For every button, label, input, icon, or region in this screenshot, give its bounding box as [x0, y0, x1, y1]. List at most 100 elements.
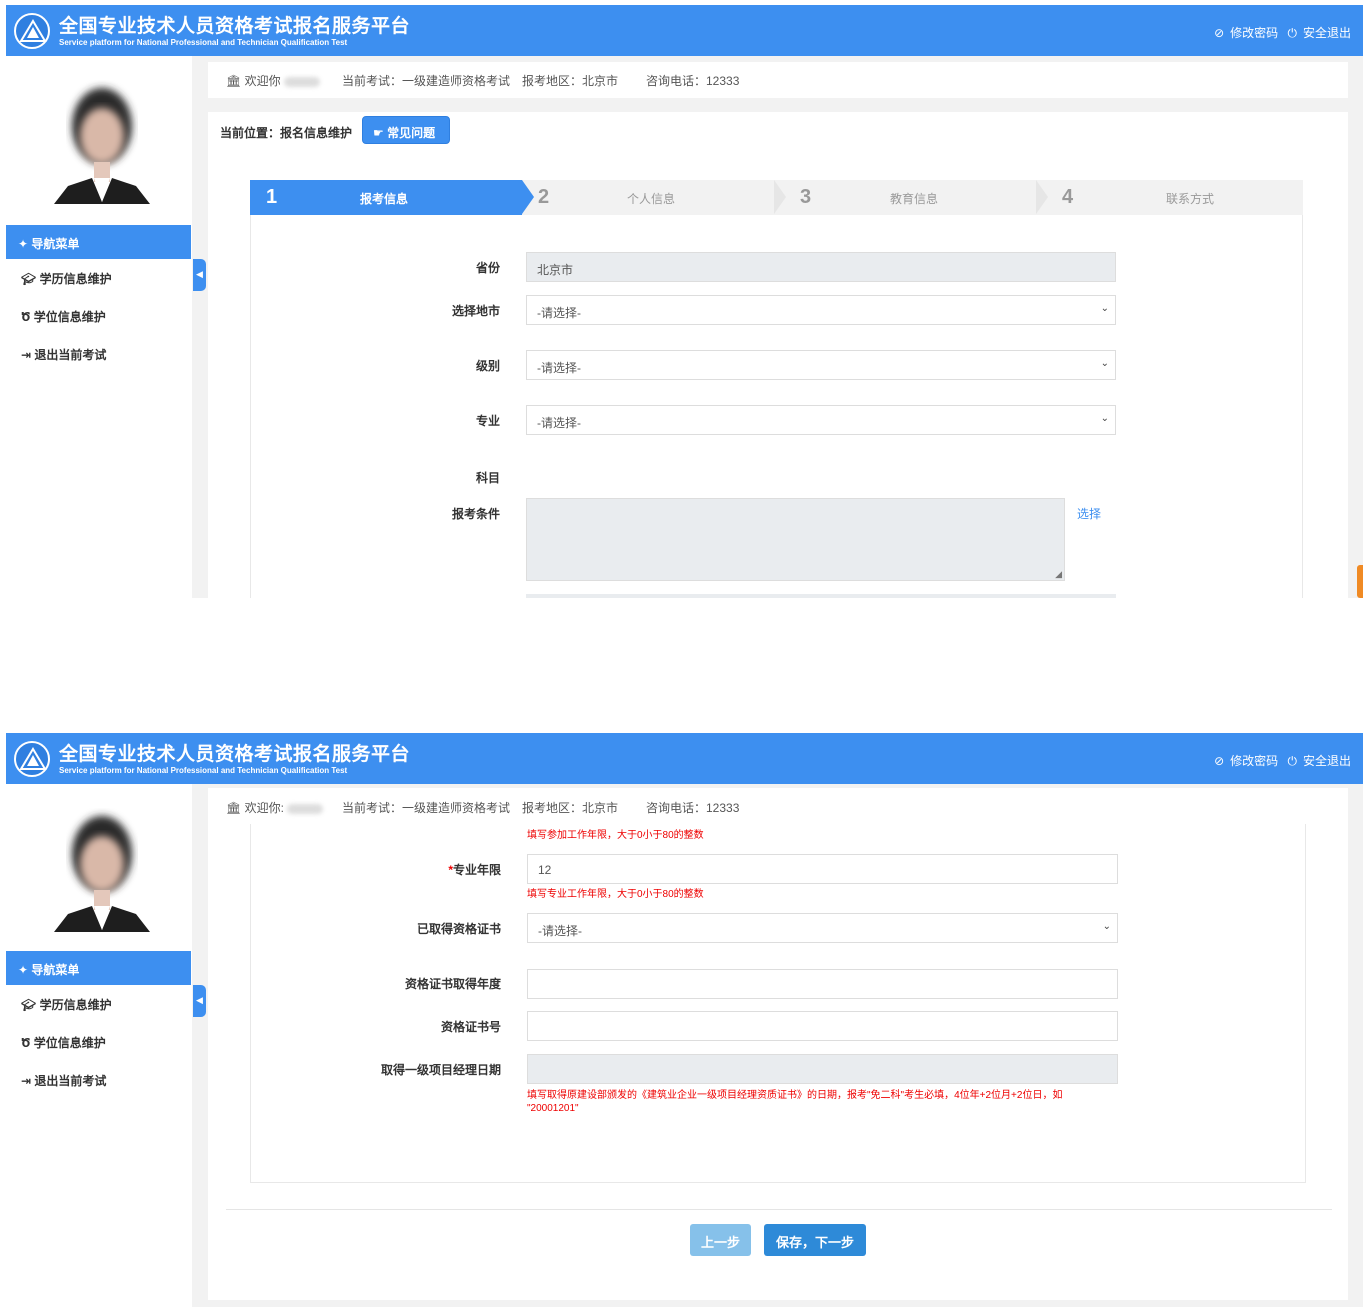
step-2[interactable]: 2 个人信息	[534, 180, 774, 215]
graduation-cap-icon: 🎓︎	[21, 272, 40, 286]
floating-tab[interactable]	[1357, 565, 1363, 598]
check-circle-icon: ⊘	[1214, 754, 1225, 768]
major-select-value: -请选择-	[537, 416, 581, 430]
major-select[interactable]: -请选择- ⌄	[526, 405, 1116, 435]
chevron-down-icon: ⌄	[1100, 303, 1109, 314]
faq-label: 常见问题	[387, 126, 436, 140]
step-3[interactable]: 3 教育信息	[796, 180, 1036, 215]
city-select-value: -请选择-	[537, 306, 581, 320]
step-label: 联系方式	[1166, 192, 1215, 206]
cert-no-input[interactable]	[527, 1011, 1118, 1041]
logout-link[interactable]: 安全退出	[1303, 754, 1351, 768]
step-4[interactable]: 4 联系方式	[1058, 180, 1303, 215]
level-label: 级别	[475, 359, 500, 373]
avatar	[54, 802, 150, 932]
nav-menu-title: 导航菜单	[31, 963, 80, 977]
sidebar-item-label: 退出当前考试	[34, 1074, 107, 1088]
sidebar-item-education[interactable]: 🎓︎ 学历信息维护	[21, 996, 112, 1013]
step-label: 报考信息	[360, 192, 409, 206]
sidebar: ✦ 导航菜单 🎓︎ 学历信息维护 Ծ 学位信息维护 ⇥ 退出当前考试	[6, 784, 191, 1307]
help-phone: 咨询电话：12333	[646, 801, 740, 815]
graduation-cap-icon: 🎓︎	[21, 998, 40, 1012]
sidebar-collapse-toggle[interactable]: ◀	[193, 985, 206, 1017]
condition-textarea[interactable]: ◢	[526, 498, 1065, 581]
resize-handle-icon: ◢	[1055, 569, 1062, 579]
info-bar: 🏛︎ 欢迎你 当前考试：一级建造师资格考试 报考地区：北京市 咨询电话：1233…	[208, 62, 1348, 98]
home-icon: ✦	[18, 963, 32, 977]
cert-select[interactable]: -请选择- ⌄	[527, 913, 1118, 943]
sidebar-item-label: 学历信息维护	[39, 998, 112, 1012]
platform-logo-icon	[14, 741, 50, 777]
next-field-edge	[526, 594, 1116, 598]
step-number: 3	[800, 186, 812, 208]
power-icon: ⏻	[1287, 754, 1297, 768]
platform-logo-icon	[14, 13, 50, 49]
level-select[interactable]: -请选择- ⌄	[526, 350, 1116, 380]
step-arrow	[522, 180, 534, 214]
condition-label: 报考条件	[451, 507, 500, 521]
pm-date-label: 取得一级项目经理日期	[380, 1063, 501, 1077]
bank-icon: 🏛︎	[226, 74, 245, 88]
chevron-down-icon: ⌄	[1102, 921, 1111, 932]
home-icon: ✦	[18, 237, 32, 251]
platform-title: 全国专业技术人员资格考试报名服务平台	[59, 744, 411, 765]
major-years-label-text: 专业年限	[452, 863, 501, 877]
sidebar-item-degree[interactable]: Ծ 学位信息维护	[21, 1034, 106, 1051]
current-exam: 当前考试：一级建造师资格考试	[342, 74, 511, 88]
city-select[interactable]: -请选择- ⌄	[526, 295, 1116, 325]
nav-menu-header[interactable]: ✦ 导航菜单	[6, 225, 191, 259]
sidebar: ✦ 导航菜单 🎓︎ 学历信息维护 Ծ 学位信息维护 ⇥ 退出当前考试	[6, 56, 191, 598]
sidebar-collapse-toggle[interactable]: ◀	[193, 259, 206, 291]
step-number: 1	[266, 186, 278, 208]
sidebar-item-label: 学历信息维护	[39, 272, 112, 286]
logout-link[interactable]: 安全退出	[1303, 26, 1351, 40]
sidebar-item-exit-exam[interactable]: ⇥ 退出当前考试	[21, 346, 106, 363]
major-years-label: *专业年限	[448, 863, 501, 877]
major-label: 专业	[475, 414, 500, 428]
bank-icon: 🏛︎	[226, 801, 245, 815]
step-label: 教育信息	[890, 192, 939, 206]
step-arrow	[774, 180, 786, 214]
work-years-hint: 填写参加工作年限，大于0小于80的整数	[527, 830, 704, 841]
avatar	[54, 74, 150, 204]
breadcrumb: 当前位置：报名信息维护	[220, 126, 353, 140]
save-next-button[interactable]: 保存，下一步	[764, 1224, 866, 1256]
choose-condition-link[interactable]: 选择	[1077, 505, 1101, 522]
breadcrumb-bar: 当前位置：报名信息维护 ☛ 常见问题	[208, 112, 1348, 150]
welcome-label: 欢迎你	[244, 74, 281, 88]
sidebar-item-education[interactable]: 🎓︎ 学历信息维护	[21, 270, 112, 287]
welcome-text: 🏛︎ 欢迎你	[226, 72, 320, 89]
header-bar: 全国专业技术人员资格考试报名服务平台 Service platform for …	[6, 733, 1363, 784]
info-bar: 🏛︎ 欢迎你: 当前考试：一级建造师资格考试 报考地区：北京市 咨询电话：123…	[208, 788, 1348, 824]
province-field: 北京市	[526, 252, 1116, 282]
step-label: 个人信息	[627, 192, 676, 206]
cert-year-input[interactable]	[527, 969, 1118, 999]
platform-subtitle: Service platform for National Profession…	[59, 38, 348, 47]
change-password-link[interactable]: 修改密码	[1230, 754, 1278, 768]
province-label: 省份	[475, 261, 500, 275]
welcome-text: 🏛︎ 欢迎你:	[226, 799, 324, 816]
degree-icon: Ծ	[21, 310, 34, 324]
step-arrow	[1036, 180, 1048, 214]
nav-menu-header[interactable]: ✦ 导航菜单	[6, 951, 191, 985]
step-1[interactable]: 1 报考信息	[250, 180, 522, 215]
sidebar-item-degree[interactable]: Ծ 学位信息维护	[21, 308, 106, 325]
sidebar-item-label: 学位信息维护	[33, 310, 106, 324]
divider	[226, 1209, 1332, 1210]
step-number: 4	[1062, 186, 1074, 208]
pm-date-input	[527, 1054, 1118, 1084]
major-years-input[interactable]: 12	[527, 854, 1118, 884]
cert-select-value: -请选择-	[538, 924, 582, 938]
platform-subtitle: Service platform for National Profession…	[59, 766, 348, 775]
chevron-down-icon: ⌄	[1100, 413, 1109, 424]
faq-button[interactable]: ☛ 常见问题	[362, 116, 450, 144]
major-years-hint: 填写专业工作年限，大于0小于80的整数	[527, 889, 704, 900]
welcome-label: 欢迎你:	[244, 801, 284, 815]
sidebar-item-exit-exam[interactable]: ⇥ 退出当前考试	[21, 1072, 106, 1089]
username-blurred	[287, 803, 324, 814]
prev-step-button[interactable]: 上一步	[690, 1224, 751, 1256]
current-exam: 当前考试：一级建造师资格考试	[342, 801, 511, 815]
check-circle-icon: ⊘	[1214, 26, 1225, 40]
change-password-link[interactable]: 修改密码	[1230, 26, 1278, 40]
pm-date-hint: 填写取得原建设部颁发的《建筑业企业一级项目经理资质证书》的日期，报考"免二科"考…	[527, 1090, 1063, 1101]
